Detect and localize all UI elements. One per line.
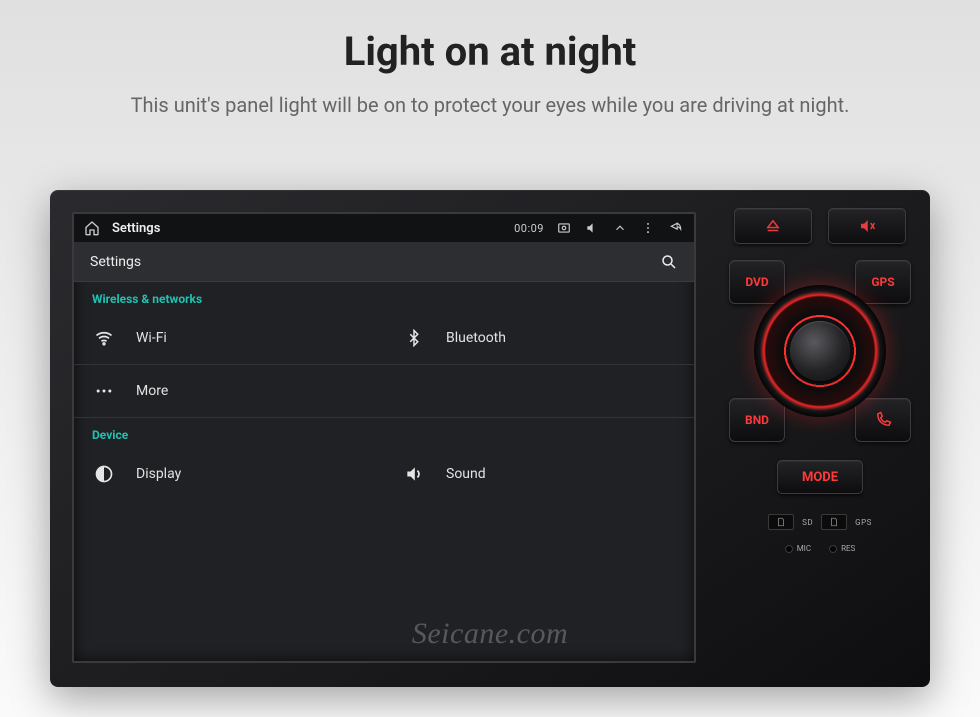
overflow-icon[interactable] (640, 221, 656, 235)
settings-header-title: Settings (90, 254, 141, 270)
settings-item-label: Display (136, 466, 181, 482)
section-wireless-label: Wireless & networks (74, 282, 694, 312)
reset-label: RES (841, 544, 855, 553)
section-device-label: Device (74, 418, 694, 448)
home-icon[interactable] (84, 220, 100, 236)
wifi-icon (94, 328, 114, 348)
sd-label: SD (802, 518, 813, 527)
settings-header: Settings (74, 242, 694, 282)
android-statusbar: Settings 00:09 (74, 214, 694, 242)
touchscreen: Settings 00:09 (72, 212, 696, 663)
hero-subtitle: This unit's panel light will be on to pr… (0, 93, 980, 117)
aux-ports: MIC RES (785, 544, 856, 553)
mic-label: MIC (797, 544, 811, 553)
settings-item-label: Sound (446, 466, 486, 482)
statusbar-title: Settings (112, 221, 160, 236)
settings-item-label: Wi-Fi (136, 330, 167, 346)
eject-button[interactable] (734, 208, 812, 244)
clock: 00:09 (514, 222, 544, 235)
bluetooth-icon (404, 328, 424, 348)
dial-cluster: DVD GPS BND (729, 260, 911, 442)
gps-button[interactable]: GPS (855, 260, 911, 304)
sd-slot-2[interactable] (821, 514, 847, 530)
sd-slot-1[interactable] (768, 514, 794, 530)
settings-item-display[interactable]: Display (74, 448, 384, 500)
card-slots: SD GPS (768, 514, 872, 530)
back-icon[interactable] (668, 221, 684, 235)
dvd-button[interactable]: DVD (729, 260, 785, 304)
mode-button[interactable]: MODE (777, 460, 863, 494)
reset-port[interactable]: RES (829, 544, 855, 553)
dial-knob[interactable] (790, 321, 850, 381)
head-unit: Settings 00:09 (50, 190, 930, 687)
settings-item-empty (384, 365, 694, 417)
settings-item-wifi[interactable]: Wi-Fi (74, 312, 384, 364)
search-icon[interactable] (660, 253, 678, 271)
mute-button[interactable] (828, 208, 906, 244)
hero-title: Light on at night (0, 28, 980, 75)
screenshot-icon[interactable] (556, 221, 572, 235)
settings-row: Wi-Fi Bluetooth (74, 312, 694, 365)
brightness-down-icon[interactable] (612, 221, 628, 235)
settings-item-bluetooth[interactable]: Bluetooth (384, 312, 694, 364)
settings-item-sound[interactable]: Sound (384, 448, 694, 500)
display-icon (94, 464, 114, 484)
bnd-button[interactable]: BND (729, 398, 785, 442)
rotary-dial[interactable] (754, 285, 886, 417)
settings-row: Display Sound (74, 448, 694, 500)
settings-row: More (74, 365, 694, 418)
gps-sd-label: GPS (855, 518, 872, 527)
phone-button[interactable] (855, 398, 911, 442)
volume-icon[interactable] (584, 221, 600, 235)
screen-bezel: Settings 00:09 (50, 190, 710, 687)
mic-port[interactable]: MIC (785, 544, 811, 553)
more-icon (94, 381, 114, 401)
settings-item-label: More (136, 383, 168, 399)
sound-icon (404, 464, 424, 484)
settings-item-label: Bluetooth (446, 330, 506, 346)
settings-item-more[interactable]: More (74, 365, 384, 417)
hardware-panel: DVD GPS BND MODE SD GPS MIC (710, 190, 930, 687)
